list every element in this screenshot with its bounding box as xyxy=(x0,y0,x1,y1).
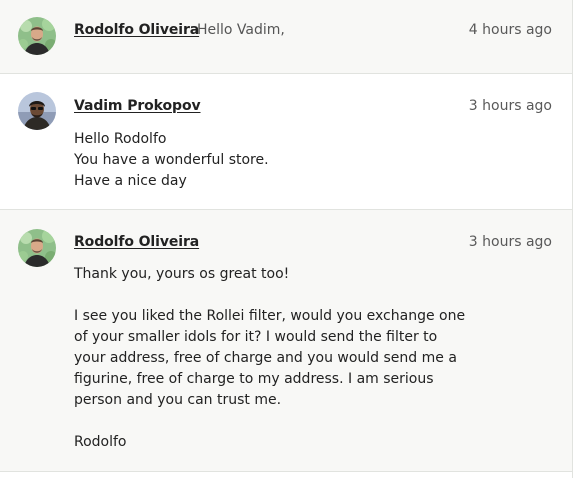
sender-name[interactable]: Vadim Prokopov xyxy=(74,98,201,114)
avatar[interactable] xyxy=(18,229,56,267)
message-preview: Hello Vadim, xyxy=(197,22,285,38)
avatar[interactable] xyxy=(18,17,56,55)
message-thread: Rodolfo Oliveira Hello Vadim, 4 hours ag… xyxy=(0,0,573,478)
message-item-collapsed[interactable]: Rodolfo Oliveira Hello Vadim, 4 hours ag… xyxy=(0,0,572,74)
sender-name[interactable]: Rodolfo Oliveira xyxy=(74,22,199,38)
vadim-avatar-icon xyxy=(18,92,56,130)
message-item: Vadim Prokopov 3 hours ago Hello Rodolfo… xyxy=(0,74,572,210)
avatar[interactable] xyxy=(18,92,56,130)
timestamp: 4 hours ago xyxy=(468,22,552,38)
rodolfo-avatar-icon xyxy=(18,17,56,55)
rodolfo-avatar-icon xyxy=(18,229,56,267)
message-body: Hello Rodolfo You have a wonderful store… xyxy=(74,131,269,189)
message-item: Rodolfo Oliveira 3 hours ago Thank you, … xyxy=(0,210,572,472)
timestamp: 3 hours ago xyxy=(468,98,552,114)
sender-name[interactable]: Rodolfo Oliveira xyxy=(74,234,199,250)
message-body: Thank you, yours os great too! I see you… xyxy=(74,266,466,450)
timestamp: 3 hours ago xyxy=(468,234,552,250)
